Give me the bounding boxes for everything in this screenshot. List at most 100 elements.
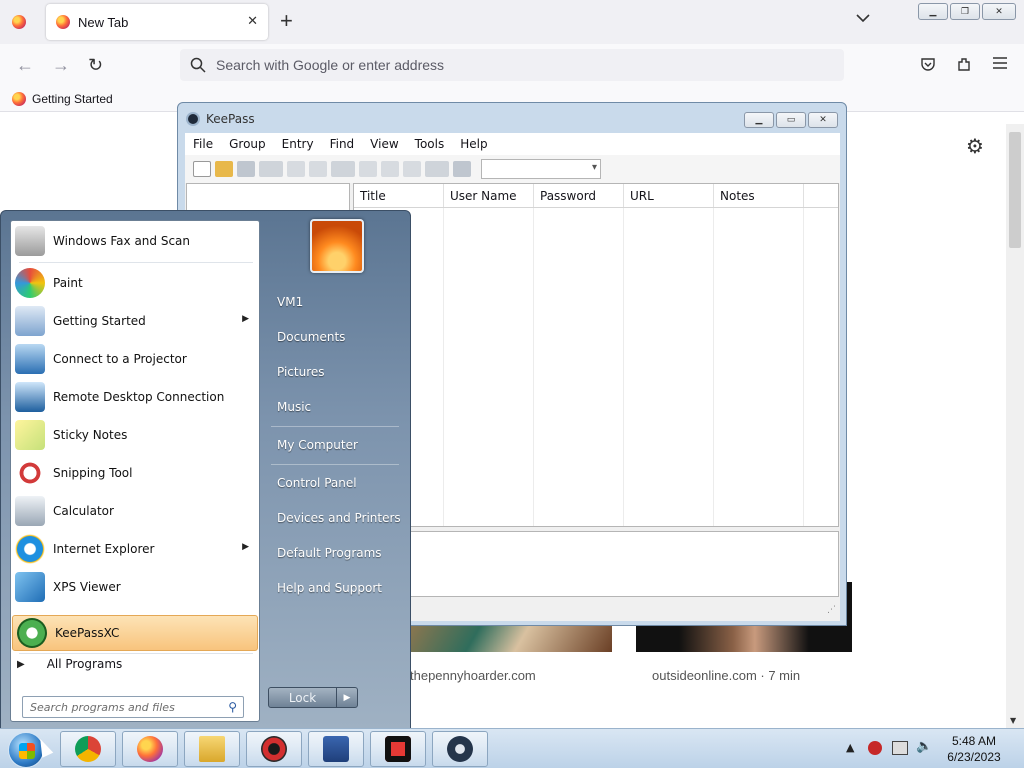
start-search-box[interactable]: ⚲ xyxy=(22,696,244,718)
open-folder-icon[interactable] xyxy=(215,161,233,177)
list-tabs-chevron-icon[interactable] xyxy=(856,12,870,26)
windows-logo-icon xyxy=(19,743,35,759)
lock-button[interactable]: Lock xyxy=(269,688,337,707)
start-search-input[interactable] xyxy=(30,700,220,714)
menu-view[interactable]: View xyxy=(362,137,406,151)
back-arrow-icon[interactable]: ← xyxy=(16,55,34,76)
network-icon[interactable] xyxy=(892,741,908,755)
program-windows-fax-and-scan[interactable]: Windows Fax and Scan xyxy=(11,223,261,259)
link-devices-and-printers[interactable]: Devices and Printers xyxy=(277,511,401,525)
open-url-icon[interactable] xyxy=(331,161,355,177)
link-control-panel[interactable]: Control Panel xyxy=(277,476,357,490)
entries-dropdown-icon[interactable] xyxy=(425,161,449,177)
taskbar-keepassxc[interactable] xyxy=(432,731,488,767)
menu-find[interactable]: Find xyxy=(322,137,363,151)
pocket-icon[interactable] xyxy=(920,56,936,75)
keepass-title: KeePass xyxy=(206,112,255,126)
menu-help[interactable]: Help xyxy=(452,137,495,151)
volume-muted-icon[interactable]: 🔈 xyxy=(916,739,932,754)
copy-username-icon[interactable] xyxy=(287,161,305,177)
menu-entry[interactable]: Entry xyxy=(274,137,322,151)
program-xps-viewer[interactable]: XPS Viewer xyxy=(11,569,261,605)
save-icon[interactable] xyxy=(237,161,255,177)
keepass-toolbar xyxy=(185,155,840,183)
gear-icon[interactable]: ⚙ xyxy=(966,134,984,158)
taskbar-file-explorer[interactable] xyxy=(184,731,240,767)
shutdown-options-arrow-icon[interactable]: ▶ xyxy=(337,688,357,707)
link-documents[interactable]: Documents xyxy=(277,330,345,344)
lock-workspace-icon[interactable] xyxy=(453,161,471,177)
add-entry-icon[interactable] xyxy=(259,161,283,177)
tray-app-icon[interactable] xyxy=(868,741,882,755)
taskbar-app-blue[interactable] xyxy=(308,731,364,767)
search-icon xyxy=(190,57,206,73)
keepass-maximize-button[interactable]: ▭ xyxy=(776,112,806,128)
menu-tools[interactable]: Tools xyxy=(407,137,453,151)
program-keepassxc[interactable]: KeePassXC xyxy=(12,615,258,651)
scrollbar-thumb[interactable] xyxy=(1009,132,1021,248)
keepassxc-icon xyxy=(17,618,47,648)
extensions-icon[interactable] xyxy=(956,56,972,75)
internet-explorer-icon xyxy=(15,534,45,564)
autotype-icon[interactable] xyxy=(381,161,399,177)
search-magnifier-icon[interactable]: ⚲ xyxy=(228,700,237,714)
close-window-button[interactable]: ✕ xyxy=(982,3,1016,20)
link-vm1[interactable]: VM1 xyxy=(277,295,303,309)
new-database-icon[interactable] xyxy=(193,161,211,177)
new-tab-button[interactable]: + xyxy=(280,8,293,34)
link-pictures[interactable]: Pictures xyxy=(277,365,325,379)
scroll-down-arrow-icon[interactable]: ▼ xyxy=(1010,716,1016,725)
program-getting-started[interactable]: Getting Started ▶ xyxy=(11,303,261,339)
taskbar-screen-recorder[interactable] xyxy=(370,731,426,767)
entry-list[interactable]: Title User Name Password URL Notes xyxy=(353,183,839,527)
program-connect-to-a-projector[interactable]: Connect to a Projector xyxy=(11,341,261,377)
keepass-app-icon xyxy=(186,112,200,126)
menu-group[interactable]: Group xyxy=(221,137,274,151)
system-clock[interactable]: 5:48 AM 6/23/2023 xyxy=(942,733,1006,765)
user-account-picture[interactable] xyxy=(310,219,364,273)
find-icon[interactable] xyxy=(403,161,421,177)
program-remote-desktop-connection[interactable]: Remote Desktop Connection xyxy=(11,379,261,415)
link-music[interactable]: Music xyxy=(277,400,311,414)
copy-password-icon[interactable] xyxy=(309,161,327,177)
program-sticky-notes[interactable]: Sticky Notes xyxy=(11,417,261,453)
reload-icon[interactable]: ↻ xyxy=(88,55,103,76)
link-default-programs[interactable]: Default Programs xyxy=(277,546,382,560)
tab-new-tab[interactable]: New Tab ✕ xyxy=(46,4,268,40)
taskbar-chrome[interactable] xyxy=(60,731,116,767)
all-programs-button[interactable]: ▶ All Programs xyxy=(17,657,122,671)
program-internet-explorer[interactable]: Internet Explorer ▶ xyxy=(11,531,261,567)
column-password[interactable]: Password xyxy=(534,184,624,207)
taskbar-firefox[interactable] xyxy=(122,731,178,767)
restore-button[interactable]: ❐ xyxy=(950,3,980,20)
hamburger-menu-icon[interactable] xyxy=(992,56,1008,73)
url-bar[interactable] xyxy=(180,49,844,81)
copy-entry-icon[interactable] xyxy=(359,161,377,177)
start-menu: Windows Fax and Scan Paint Getting Start… xyxy=(0,210,411,729)
taskbar-app-red[interactable] xyxy=(246,731,302,767)
program-snipping-tool[interactable]: Snipping Tool xyxy=(11,455,261,491)
page-scrollbar[interactable]: ▼ xyxy=(1006,124,1024,730)
column-url[interactable]: URL xyxy=(624,184,714,207)
link-my-computer[interactable]: My Computer xyxy=(277,438,358,452)
program-calculator[interactable]: Calculator xyxy=(11,493,261,529)
forward-arrow-icon[interactable]: → xyxy=(52,55,70,76)
url-input[interactable] xyxy=(216,57,776,73)
show-hidden-icons-arrow-icon[interactable]: ▲ xyxy=(846,741,854,754)
taskbar: ▲ 🔈 5:48 AM 6/23/2023 xyxy=(0,728,1024,768)
firefox-menu-icon[interactable] xyxy=(12,15,26,29)
keepass-close-button[interactable]: ✕ xyxy=(808,112,838,128)
program-paint[interactable]: Paint xyxy=(11,265,261,301)
column-notes[interactable]: Notes xyxy=(714,184,804,207)
quick-search-combo[interactable] xyxy=(481,159,601,179)
link-help-and-support[interactable]: Help and Support xyxy=(277,581,382,595)
minimize-button[interactable]: ▁ xyxy=(918,3,948,20)
menu-file[interactable]: File xyxy=(185,137,221,151)
close-tab-icon[interactable]: ✕ xyxy=(247,14,258,29)
entry-list-body xyxy=(354,208,838,526)
resize-grip-icon[interactable]: ⋰ xyxy=(827,605,836,615)
column-user-name[interactable]: User Name xyxy=(444,184,534,207)
bookmark-getting-started[interactable]: Getting Started xyxy=(32,92,113,106)
keepass-minimize-button[interactable]: ▁ xyxy=(744,112,774,128)
column-title[interactable]: Title xyxy=(354,184,444,207)
